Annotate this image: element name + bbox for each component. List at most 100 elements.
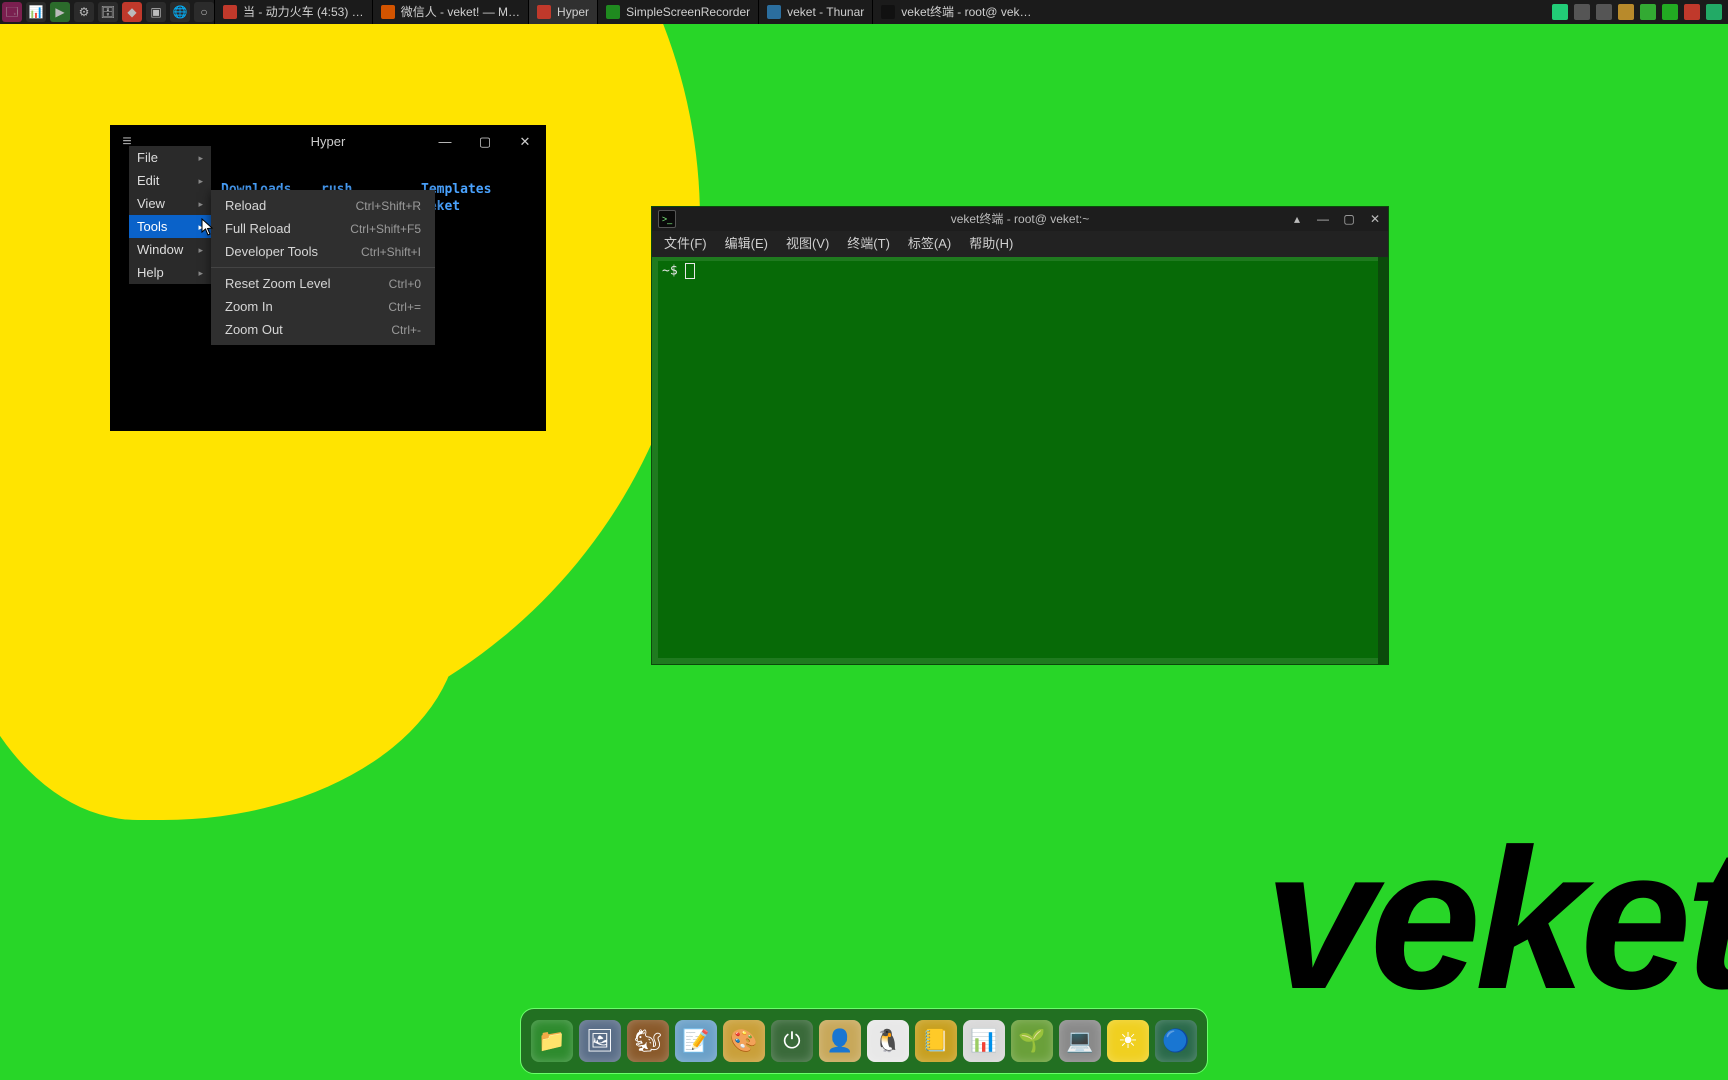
menu-help[interactable]: Help ▸ <box>129 261 211 284</box>
submenu-label: Reload <box>225 199 266 212</box>
grid-icon[interactable] <box>1706 4 1722 20</box>
maximize-button[interactable]: ▢ <box>1336 207 1362 231</box>
dock-seed[interactable]: 🌱 <box>1011 1020 1053 1062</box>
wemeet-icon[interactable]: ▣ <box>146 2 166 22</box>
browser-icon[interactable]: 🌐 <box>170 2 190 22</box>
close-button[interactable]: ✕ <box>1362 207 1388 231</box>
submenu-label: Full Reload <box>225 222 291 235</box>
record-icon[interactable] <box>1684 4 1700 20</box>
dock-user[interactable]: 👤 <box>819 1020 861 1062</box>
dock-gnumeric[interactable]: 📊 <box>963 1020 1005 1062</box>
vmenu-view[interactable]: 视图(V) <box>786 235 829 253</box>
task-label: veket - Thunar <box>787 0 864 24</box>
vterm-body[interactable]: ~$ <box>658 261 1382 658</box>
vmenu-edit[interactable]: 编辑(E) <box>725 235 768 253</box>
vmenu-file[interactable]: 文件(F) <box>664 235 707 253</box>
menu-file[interactable]: File▸ <box>129 146 211 169</box>
shortcut-label: Ctrl+0 <box>389 278 421 290</box>
hyper-menu: File▸Edit▸View▸Tools▸Window▸Help▸ <box>129 146 211 284</box>
task-ssr[interactable]: SimpleScreenRecorder <box>597 0 758 24</box>
dock-palette[interactable]: 🎨 <box>723 1020 765 1062</box>
task-thunar[interactable]: veket - Thunar <box>758 0 872 24</box>
dock-dictionary[interactable]: 📒 <box>915 1020 957 1062</box>
minimize-button[interactable]: — <box>1310 207 1336 231</box>
gear-icon[interactable]: ⚙ <box>74 2 94 22</box>
player-icon[interactable]: ▶ <box>50 2 70 22</box>
chevron-right-icon: ▸ <box>198 238 203 262</box>
chevron-right-icon: ▸ <box>198 261 203 285</box>
task-label: SimpleScreenRecorder <box>626 0 750 24</box>
ruby-icon[interactable]: ◆ <box>122 2 142 22</box>
shortcut-label: Ctrl+- <box>391 324 421 336</box>
menu-label: Tools <box>137 215 167 239</box>
dot-icon[interactable]: ○ <box>194 2 214 22</box>
chevron-right-icon: ▸ <box>198 192 203 216</box>
dock-power[interactable]: ⏻ <box>771 1020 813 1062</box>
tools-reload[interactable]: Reload Ctrl+Shift+R <box>211 194 435 217</box>
monitor-icon[interactable]: 📊 <box>26 2 46 22</box>
clipboard-icon[interactable] <box>1618 4 1634 20</box>
top-panel: 🗔📊▶⚙🗄◆▣🌐○ 当 - 动力火车 (4:53) … 微信人 - veket! … <box>0 0 1728 24</box>
status-icon[interactable] <box>1640 4 1656 20</box>
dock-sphere[interactable]: 🔵 <box>1155 1020 1197 1062</box>
desktops-icon[interactable] <box>1596 4 1612 20</box>
vmenu-help[interactable]: 帮助(H) <box>969 235 1013 253</box>
close-button[interactable]: ✕ <box>505 126 545 158</box>
dock-mypaint[interactable]: 🖼 <box>579 1020 621 1062</box>
ls-entry: veket <box>421 198 521 215</box>
dock-squirrel[interactable]: 🐿 <box>627 1020 669 1062</box>
minimize-button[interactable]: — <box>425 126 465 158</box>
menu-label: Edit <box>137 169 159 193</box>
task-label: 微信人 - veket! — M… <box>401 0 520 24</box>
app-menu-icon[interactable]: 🗔 <box>2 2 22 22</box>
files-icon[interactable]: 🗄 <box>98 2 118 22</box>
shortcut-label: Ctrl+Shift+R <box>356 200 421 212</box>
tools-reset-zoom[interactable]: Reset Zoom LevelCtrl+0 <box>211 272 435 295</box>
menu-tools[interactable]: Tools▸ <box>129 215 211 238</box>
dock-sun[interactable]: ☀ <box>1107 1020 1149 1062</box>
task-icon <box>606 5 620 19</box>
vterm-title: veket终端 - root@ veket:~ <box>652 211 1388 228</box>
task-label: 当 - 动力火车 (4:53) … <box>243 0 364 24</box>
tools-full-reload[interactable]: Full Reload Ctrl+Shift+F5 <box>211 217 435 240</box>
task-label: Hyper <box>557 0 589 24</box>
dock-files[interactable]: 📁 <box>531 1020 573 1062</box>
task-terminal[interactable]: veket终端 - root@ vek… <box>872 0 1039 24</box>
task-icon <box>381 5 395 19</box>
veket-terminal-window: >_ veket终端 - root@ veket:~ ▴ — ▢ ✕ 文件(F)… <box>652 207 1388 664</box>
menu-view[interactable]: View▸ <box>129 192 211 215</box>
menu-edit[interactable]: Edit▸ <box>129 169 211 192</box>
scrollbar[interactable] <box>1378 257 1388 664</box>
task-hyper[interactable]: Hyper <box>528 0 597 24</box>
tools-devtools[interactable]: Developer ToolsCtrl+Shift+I <box>211 240 435 263</box>
shortcut-label: Ctrl+Shift+I <box>361 246 421 258</box>
shortcut-label: Ctrl+Shift+F5 <box>350 223 421 235</box>
shortcut-label: Ctrl+= <box>388 301 421 313</box>
dock-notes[interactable]: 📝 <box>675 1020 717 1062</box>
vmenu-tabs[interactable]: 标签(A) <box>908 235 951 253</box>
task-icon <box>881 5 895 19</box>
task-music[interactable]: 当 - 动力火车 (4:53) … <box>214 0 372 24</box>
dock-tux[interactable]: 🐧 <box>867 1020 909 1062</box>
menu-label: Help <box>137 261 164 285</box>
dock-laptop[interactable]: 💻 <box>1059 1020 1101 1062</box>
vmenu-terminal[interactable]: 终端(T) <box>847 235 890 253</box>
cpu-icon[interactable] <box>1662 4 1678 20</box>
menu-window[interactable]: Window▸ <box>129 238 211 261</box>
window-switch-icon[interactable] <box>1574 4 1590 20</box>
task-browser[interactable]: 微信人 - veket! — M… <box>372 0 528 24</box>
keyboard-icon[interactable] <box>1552 4 1568 20</box>
ls-entry: Templates <box>421 181 521 198</box>
tools-zoom-out[interactable]: Zoom Out Ctrl+- <box>211 318 435 341</box>
vterm-titlebar[interactable]: >_ veket终端 - root@ veket:~ ▴ — ▢ ✕ <box>652 207 1388 231</box>
task-icon <box>223 5 237 19</box>
tools-zoom-in[interactable]: Zoom InCtrl+= <box>211 295 435 318</box>
task-label: veket终端 - root@ vek… <box>901 0 1031 24</box>
submenu-label: Zoom Out <box>225 323 283 336</box>
chevron-right-icon: ▸ <box>198 146 203 170</box>
hyper-tools-submenu: Reload Ctrl+Shift+R Full Reload Ctrl+Shift+… <box>211 190 435 345</box>
terminal-icon: >_ <box>658 210 676 228</box>
shade-button[interactable]: ▴ <box>1284 207 1310 231</box>
maximize-button[interactable]: ▢ <box>465 126 505 158</box>
wallpaper-brand-text: veket <box>1264 820 1728 1020</box>
